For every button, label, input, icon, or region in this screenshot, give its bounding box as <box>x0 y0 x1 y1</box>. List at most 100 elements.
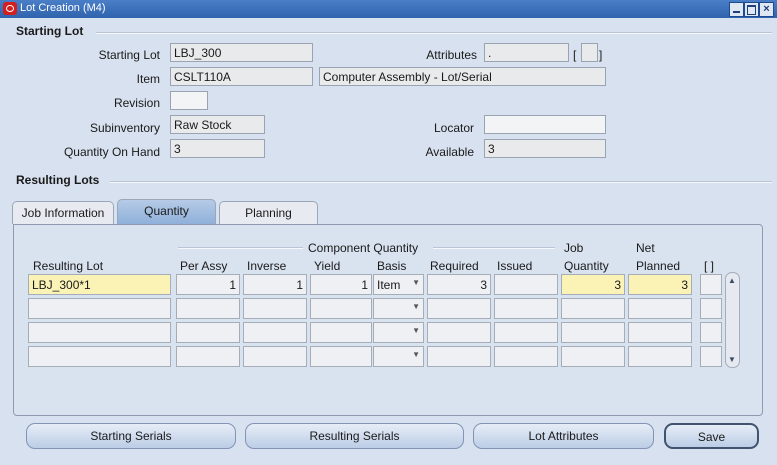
flex-cell[interactable] <box>700 298 722 319</box>
section-divider <box>96 32 772 34</box>
starting-lot-section-title: Starting Lot <box>16 24 84 38</box>
table-scrollbar[interactable]: ▲ ▼ <box>725 272 740 368</box>
starting-lot-label: Starting Lot <box>98 48 160 62</box>
subinventory-label: Subinventory <box>89 121 160 135</box>
col-net-planned-line1: Net <box>636 241 655 255</box>
per-assy-cell[interactable] <box>176 298 240 319</box>
maximize-icon[interactable] <box>744 2 759 17</box>
tab-job-information[interactable]: Job Information <box>12 201 114 224</box>
group-header-line-left <box>178 247 303 249</box>
inverse-cell[interactable] <box>243 298 307 319</box>
col-per-assy: Per Assy <box>180 259 228 273</box>
available-label: Available <box>425 145 474 159</box>
issued-cell[interactable] <box>494 274 558 295</box>
attributes-field[interactable]: . <box>484 43 569 62</box>
minimize-icon[interactable] <box>729 2 744 17</box>
item-label: Item <box>136 72 160 86</box>
col-issued: Issued <box>497 259 533 273</box>
job-quantity-cell[interactable]: 3 <box>561 274 625 295</box>
job-quantity-cell[interactable] <box>561 322 625 343</box>
starting-lot-field[interactable]: LBJ_300 <box>170 43 313 62</box>
section-divider <box>110 181 772 183</box>
required-cell[interactable]: 3 <box>427 274 491 295</box>
locator-label: Locator <box>433 121 474 135</box>
resulting-lot-cell[interactable] <box>28 322 171 343</box>
required-cell[interactable] <box>427 298 491 319</box>
available-field: 3 <box>484 139 606 158</box>
flex-bracket-close: ] <box>599 48 603 62</box>
chevron-down-icon[interactable]: ▼ <box>412 302 420 315</box>
resulting-lot-cell[interactable] <box>28 298 171 319</box>
flex-cell[interactable] <box>700 346 722 367</box>
yield-cell[interactable] <box>310 322 372 343</box>
col-basis: Basis <box>377 259 407 273</box>
col-inverse: Inverse <box>247 259 287 273</box>
basis-select[interactable]: ▼ <box>373 346 424 367</box>
chevron-down-icon[interactable]: ▼ <box>412 326 420 339</box>
chevron-down-icon[interactable]: ▼ <box>412 350 420 363</box>
yield-cell[interactable] <box>310 346 372 367</box>
col-job-quantity-line2: Quantity <box>564 259 609 273</box>
per-assy-cell[interactable]: 1 <box>176 274 240 295</box>
basis-select[interactable]: ▼ <box>373 322 424 343</box>
basis-select[interactable]: ▼ <box>373 298 424 319</box>
inverse-cell[interactable]: 1 <box>243 274 307 295</box>
basis-select[interactable]: Item ▼ <box>373 274 424 295</box>
per-assy-cell[interactable] <box>176 322 240 343</box>
inverse-cell[interactable] <box>243 346 307 367</box>
component-quantity-header: Component Quantity <box>308 241 419 255</box>
save-button[interactable]: Save <box>664 423 759 449</box>
col-job-quantity-line1: Job <box>564 241 584 255</box>
col-yield: Yield <box>314 259 341 273</box>
required-cell[interactable] <box>427 346 491 367</box>
chevron-down-icon[interactable]: ▼ <box>412 278 420 291</box>
resulting-lot-cell[interactable] <box>28 346 171 367</box>
oracle-icon <box>3 2 17 15</box>
revision-label: Revision <box>113 96 160 110</box>
starting-serials-button[interactable]: Starting Serials <box>26 423 236 449</box>
net-planned-cell[interactable] <box>628 322 692 343</box>
resulting-lots-section-title: Resulting Lots <box>16 173 100 187</box>
resulting-lot-cell[interactable]: LBJ_300*1 <box>28 274 171 295</box>
per-assy-cell[interactable] <box>176 346 240 367</box>
job-quantity-cell[interactable] <box>561 298 625 319</box>
net-planned-cell[interactable]: 3 <box>628 274 692 295</box>
lot-attributes-button[interactable]: Lot Attributes <box>473 423 654 449</box>
revision-field[interactable] <box>170 91 208 110</box>
flex-field[interactable] <box>581 43 598 62</box>
group-header-line-right <box>433 247 555 249</box>
inverse-cell[interactable] <box>243 322 307 343</box>
item-description-field: Computer Assembly - Lot/Serial <box>319 67 606 86</box>
resulting-serials-button[interactable]: Resulting Serials <box>245 423 464 449</box>
flex-bracket-open: [ <box>573 48 577 62</box>
scroll-down-icon[interactable]: ▼ <box>728 355 736 364</box>
issued-cell[interactable] <box>494 322 558 343</box>
basis-value: Item <box>377 278 401 292</box>
window-title: Lot Creation (M4) <box>20 2 106 14</box>
quantity-on-hand-label: Quantity On Hand <box>63 145 160 159</box>
col-flex: [ ] <box>704 259 715 273</box>
required-cell[interactable] <box>427 322 491 343</box>
net-planned-cell[interactable] <box>628 298 692 319</box>
quantity-on-hand-field: 3 <box>170 139 265 158</box>
locator-field[interactable] <box>484 115 606 134</box>
col-resulting-lot: Resulting Lot <box>33 259 104 273</box>
tab-quantity[interactable]: Quantity <box>117 199 216 224</box>
attributes-label: Attributes <box>426 48 477 62</box>
title-bar: Lot Creation (M4) × <box>0 0 777 18</box>
flex-cell[interactable] <box>700 322 722 343</box>
job-quantity-cell[interactable] <box>561 346 625 367</box>
close-icon[interactable]: × <box>759 2 774 17</box>
issued-cell[interactable] <box>494 298 558 319</box>
subinventory-field[interactable]: Raw Stock <box>170 115 265 134</box>
col-net-planned-line2: Planned <box>636 259 681 273</box>
flex-cell[interactable] <box>700 274 722 295</box>
col-required: Required <box>430 259 479 273</box>
tab-planning[interactable]: Planning <box>219 201 318 224</box>
net-planned-cell[interactable] <box>628 346 692 367</box>
yield-cell[interactable] <box>310 298 372 319</box>
issued-cell[interactable] <box>494 346 558 367</box>
item-field[interactable]: CSLT110A <box>170 67 313 86</box>
yield-cell[interactable]: 1 <box>310 274 372 295</box>
scroll-up-icon[interactable]: ▲ <box>728 276 736 285</box>
